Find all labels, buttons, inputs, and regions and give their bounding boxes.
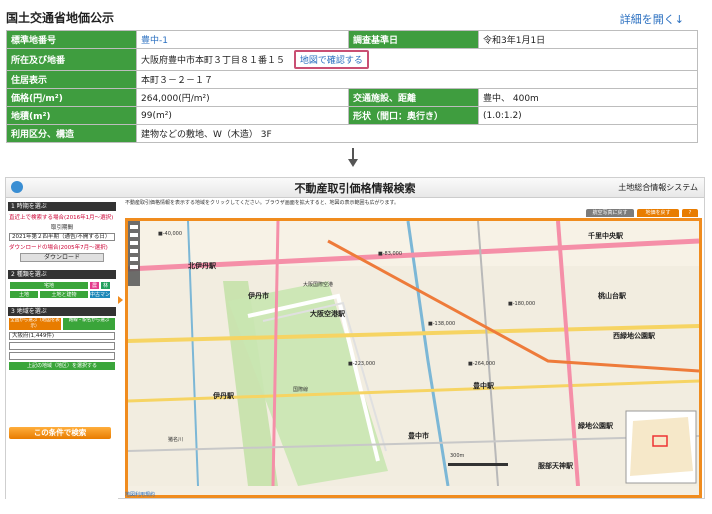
label-use: 利用区分、構造 (6, 124, 137, 143)
location-text: 大阪府豊中市本町３丁目８１番１５ (141, 56, 286, 66)
search-button[interactable]: この条件で検索 (9, 427, 111, 439)
station-label: 大阪空港駅 (310, 310, 345, 318)
label-area: 地積(m²) (6, 106, 137, 125)
panel-toggle-icon[interactable] (118, 296, 123, 304)
station-label: 豊中駅 (473, 382, 494, 390)
tab-map-select[interactable]: 全国から選ぶ（地図を表示） (9, 318, 61, 330)
scale-label: 300m (450, 453, 465, 459)
table-row: 標準地番号 豊中-1 調査基準日 令和3年1月1日 (6, 30, 698, 49)
type-agri[interactable]: 農地 (89, 281, 100, 298)
value-location: 大阪府豊中市本町３丁目８１番１５ 地図で確認する (136, 48, 698, 71)
price-marker[interactable]: ■-264,000 (468, 361, 495, 367)
price-marker[interactable]: ■-40,000 (158, 231, 182, 237)
map-canvas[interactable]: 北伊丹駅 伊丹市 伊丹駅 大阪空港駅 千里中央駅 桃山台駅 豊中駅 西緑地公園駅… (125, 218, 702, 498)
check-map-link[interactable]: 地図で確認する (293, 50, 369, 69)
app-title: 不動産取引価格情報検索 (294, 182, 416, 195)
type-buttons: 宅地 農地 林地 土地 土地と建物 中古マンション等 (9, 281, 115, 307)
label-price: 価格(円/m²) (6, 88, 137, 107)
table-row: 地積(m²) 99(m²) 形状（間口：奥行き） (1.0:1.2) (6, 106, 698, 125)
district-select[interactable] (9, 352, 115, 360)
section-period: 1 時期を選ぶ (8, 202, 116, 211)
app-header: 不動産取引価格情報検索 土地総合情報システム (6, 178, 704, 198)
left-panel: 1 時期を選ぶ 直近上で検索する場合(2016年1月～選択) 取引期間 2021… (6, 200, 118, 500)
label-standard-no: 標準地番号 (6, 30, 137, 49)
select-area-button[interactable]: 上記の地域（地区）を選択する (9, 362, 115, 370)
down-arrow-icon (348, 148, 358, 167)
price-marker[interactable]: ■-83,000 (378, 251, 402, 257)
prefecture-select[interactable]: 大阪府(1,449件) (9, 332, 115, 340)
area-tabs: 全国から選ぶ（地図を表示） 路線・駅名から選ぶ (9, 318, 115, 330)
land-price-table: 標準地番号 豊中-1 調査基準日 令和3年1月1日 所在及び地番 大阪府豊中市本… (6, 30, 698, 143)
price-marker[interactable]: ■-223,000 (348, 361, 375, 367)
station-label: 服部天神駅 (538, 462, 573, 470)
terms-link[interactable]: 地図利用規約 (125, 491, 155, 498)
place-label: 国際線 (293, 387, 309, 393)
type-condo[interactable]: 中古マンション等 (89, 290, 111, 307)
note-search[interactable]: 直近上で検索する場合(2016年1月～選択) (9, 213, 115, 221)
type-residential[interactable]: 宅地 (9, 281, 89, 290)
period-label: 取引期間 (50, 225, 73, 231)
price-marker[interactable]: ■-138,000 (428, 321, 455, 327)
value-address: 本町３－２－１７ (136, 70, 698, 89)
label-transport: 交通施設、距離 (348, 88, 479, 107)
place-label: 大阪国際空港 (303, 282, 334, 288)
aerial-tab[interactable]: 航空写真に戻す (586, 209, 634, 217)
value-use: 建物などの敷地、W（木造） 3F (136, 124, 698, 143)
type-land-building[interactable]: 土地と建物 (39, 290, 89, 299)
type-forest[interactable]: 林地 (100, 281, 111, 298)
map-instructions: 不動産取引価格情報を表示する地域をクリックしてください。ブラウザ画面を拡大すると… (125, 200, 400, 206)
place-label: 伊丹市 (248, 292, 269, 300)
standard-no-link[interactable]: 豊中-1 (141, 36, 168, 46)
detail-link[interactable]: 詳細を開く↓ (620, 11, 684, 27)
label-survey-date: 調査基準日 (348, 30, 479, 49)
place-label: 猪名川 (168, 437, 184, 443)
note-download[interactable]: ダウンロードの場合(2005年7月～選択) (9, 243, 115, 251)
table-row: 住居表示 本町３－２－１７ (6, 70, 698, 89)
label-address: 住居表示 (6, 70, 137, 89)
station-label: 緑地公園駅 (578, 422, 613, 430)
station-label: 桃山台駅 (598, 292, 626, 300)
table-row: 所在及び地番 大阪府豊中市本町３丁目８１番１５ 地図で確認する (6, 48, 698, 71)
tab-station-select[interactable]: 路線・駅名から選ぶ (63, 318, 115, 330)
value-area: 99(m²) (136, 106, 349, 125)
value-transport: 豊中、 400m (478, 88, 698, 107)
station-label: 西緑地公園駅 (613, 332, 655, 340)
period-select[interactable]: 2021年第２四半期（通告/不開する日） (9, 233, 115, 241)
system-name: 土地総合情報システム (618, 183, 698, 192)
map-tab[interactable]: 地価を戻す (637, 209, 679, 217)
value-price: 264,000(円/m²) (136, 88, 349, 107)
price-marker[interactable]: ■-180,000 (508, 301, 535, 307)
city-select[interactable] (9, 342, 115, 350)
help-icon[interactable]: ? (682, 209, 698, 217)
table-row: 価格(円/m²) 264,000(円/m²) 交通施設、距離 豊中、 400m (6, 88, 698, 107)
label-shape: 形状（間口：奥行き） (348, 106, 479, 125)
page-title: 国土交通省地価公示 (6, 11, 115, 25)
place-label: 豊中市 (408, 432, 429, 440)
price-search-app: 不動産取引価格情報検索 土地総合情報システム 1 時期を選ぶ 直近上で検索する場… (5, 177, 705, 500)
type-land[interactable]: 土地 (9, 290, 39, 299)
station-label: 伊丹駅 (213, 392, 234, 400)
value-shape: (1.0:1.2) (478, 106, 698, 125)
label-location: 所在及び地番 (6, 48, 137, 71)
value-survey-date: 令和3年1月1日 (478, 30, 698, 49)
station-label: 北伊丹駅 (188, 262, 216, 270)
section-type: 2 種類を選ぶ (8, 270, 116, 279)
value-standard-no: 豊中-1 (136, 30, 349, 49)
table-row: 利用区分、構造 建物などの敷地、W（木造） 3F (6, 124, 698, 143)
station-label: 千里中央駅 (588, 232, 623, 240)
download-button[interactable]: ダウンロード (20, 253, 104, 262)
